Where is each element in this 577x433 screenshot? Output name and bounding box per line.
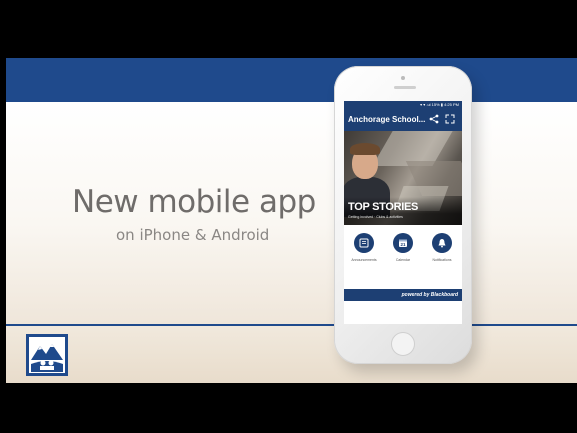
- header-band: [6, 58, 577, 102]
- top-stories-subtitle: Getting involved · Clubs & activities: [348, 215, 403, 219]
- quick-links: Announcements 21 Calendar Notifications: [344, 225, 462, 285]
- notifications-label: Notifications: [432, 258, 452, 262]
- calendar-button[interactable]: 21: [393, 233, 413, 253]
- letterbox-top: [0, 0, 577, 58]
- share-icon[interactable]: [429, 114, 439, 124]
- calendar-icon: 21: [399, 239, 407, 247]
- calendar-day: 21: [400, 242, 406, 247]
- letterbox-bottom: [0, 383, 577, 433]
- subline: on iPhone & Android: [116, 226, 270, 244]
- top-stories-title: TOP STORIES: [348, 201, 419, 213]
- announcements-label: Announcements: [351, 258, 377, 262]
- home-button[interactable]: [391, 332, 415, 356]
- headline: New mobile app: [72, 184, 316, 220]
- news-icon: [359, 238, 369, 248]
- district-logo-icon: [26, 334, 68, 376]
- bell-icon: [438, 239, 446, 248]
- phone-camera: [401, 76, 405, 80]
- notifications-button[interactable]: [432, 233, 452, 253]
- powered-by-text: powered by Blackboard: [401, 292, 458, 298]
- app-title: Anchorage School...: [348, 115, 426, 124]
- student-photo: [350, 143, 380, 155]
- lower-band: [6, 326, 577, 383]
- status-bar: ▾ ▾ .ul 15% ▮ 4:25 PM: [344, 101, 462, 109]
- app-screen: ▾ ▾ .ul 15% ▮ 4:25 PM Anchorage School..…: [344, 101, 462, 324]
- expand-icon[interactable]: [445, 114, 455, 124]
- phone-speaker: [394, 86, 416, 89]
- top-stories-hero[interactable]: TOP STORIES Getting involved · Clubs & a…: [344, 131, 462, 225]
- app-header: Anchorage School...: [344, 109, 462, 131]
- app-footer: powered by Blackboard: [344, 289, 462, 301]
- announcements-button[interactable]: [354, 233, 374, 253]
- phone-mockup: ▾ ▾ .ul 15% ▮ 4:25 PM Anchorage School..…: [334, 66, 472, 364]
- video-frame: New mobile app on iPhone & Android ▾ ▾ .…: [0, 0, 577, 433]
- page-indicator: [344, 281, 462, 294]
- calendar-label: Calendar: [395, 258, 411, 262]
